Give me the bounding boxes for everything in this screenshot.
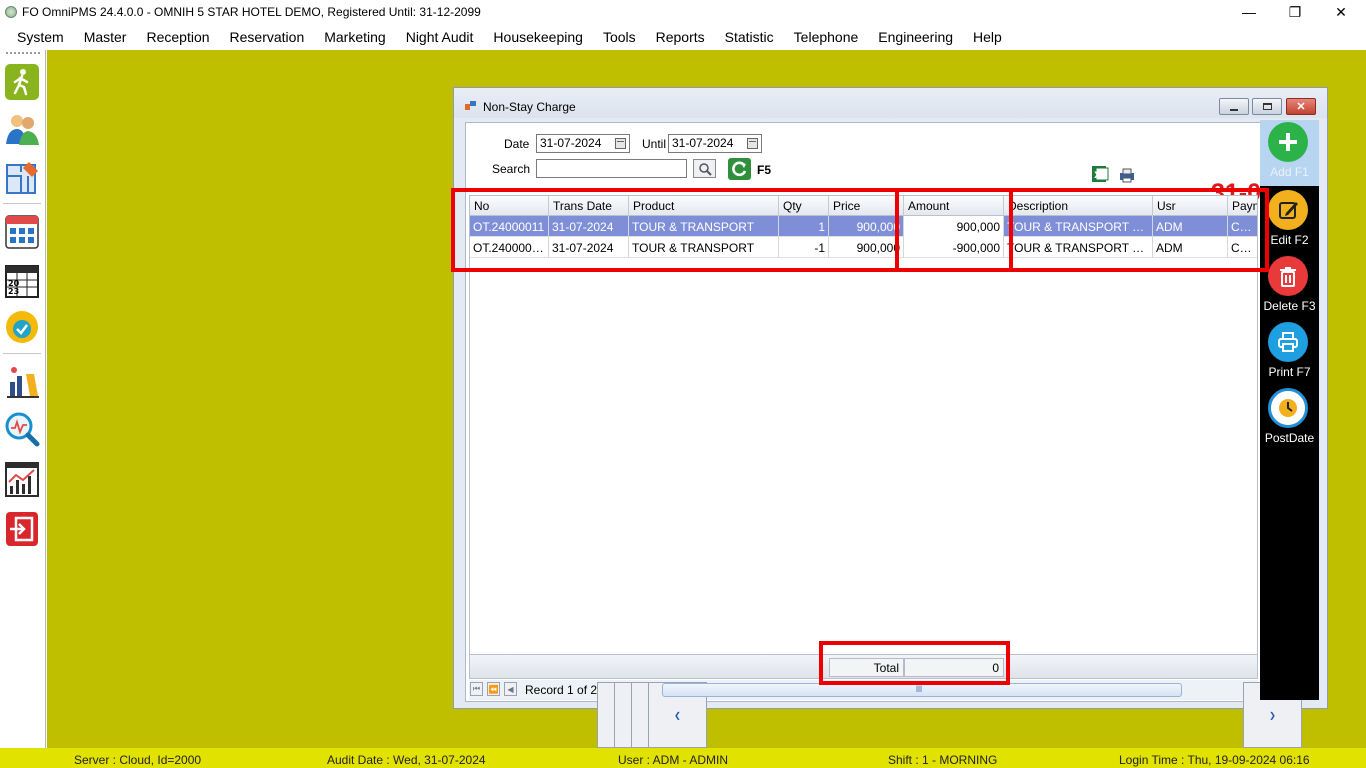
menu-statistic[interactable]: Statistic bbox=[715, 29, 784, 45]
highlight-grid-rows bbox=[451, 188, 1269, 272]
non-stay-charge-window: Non-Stay Charge ✕ Date 31-07-2024 Until … bbox=[453, 87, 1328, 748]
toolbar-separator bbox=[3, 353, 41, 354]
child-window-title: Non-Stay Charge bbox=[483, 100, 576, 114]
menu-reception[interactable]: Reception bbox=[136, 29, 219, 45]
horizontal-scrollbar[interactable]: lll bbox=[662, 683, 1182, 697]
analysis-magnifier-icon bbox=[5, 412, 40, 447]
svg-text:X: X bbox=[1094, 171, 1101, 181]
app-logo-icon bbox=[5, 6, 17, 18]
child-minimize-button[interactable] bbox=[1219, 98, 1249, 115]
exit-icon bbox=[6, 512, 38, 546]
post-date-label: PostDate bbox=[1264, 431, 1315, 445]
search-input[interactable] bbox=[536, 159, 687, 178]
menu-telephone[interactable]: Telephone bbox=[784, 29, 869, 45]
form-icon bbox=[465, 101, 476, 110]
analysis-button[interactable] bbox=[3, 408, 41, 450]
guests-icon bbox=[6, 115, 39, 145]
until-label: Until bbox=[642, 137, 667, 151]
left-toolbar: 20 23 bbox=[0, 50, 46, 748]
date-from-calendar-icon[interactable] bbox=[615, 138, 626, 149]
title-bar: FO OmniPMS 24.4.0.0 - OMNIH 5 STAR HOTEL… bbox=[0, 0, 1366, 24]
calendar-2023-icon: 2023 bbox=[5, 265, 39, 298]
refresh-icon bbox=[731, 161, 746, 177]
search-icon bbox=[698, 162, 712, 176]
floor-plan-icon bbox=[6, 162, 38, 194]
print-preview-icon[interactable] bbox=[1117, 167, 1137, 183]
menu-master[interactable]: Master bbox=[74, 29, 137, 45]
svg-text:23: 23 bbox=[8, 287, 19, 296]
menu-night-audit[interactable]: Night Audit bbox=[396, 29, 484, 45]
floor-plan-button[interactable] bbox=[3, 156, 41, 198]
print-label: Print F7 bbox=[1268, 365, 1311, 379]
export-excel-icon[interactable]: X bbox=[1090, 165, 1112, 183]
statistic-chart-icon bbox=[5, 462, 39, 497]
add-button[interactable]: Add F1 bbox=[1260, 120, 1319, 186]
menu-help[interactable]: Help bbox=[963, 29, 1012, 45]
date-until-calendar-icon[interactable] bbox=[747, 138, 758, 149]
toolbar-grip bbox=[6, 52, 40, 54]
status-audit-date: Audit Date : Wed, 31-07-2024 bbox=[327, 753, 486, 767]
housekeeping-button[interactable] bbox=[3, 360, 41, 402]
exit-button[interactable] bbox=[3, 508, 41, 550]
window-title: FO OmniPMS 24.4.0.0 - OMNIH 5 STAR HOTEL… bbox=[22, 5, 481, 19]
walk-in-icon bbox=[5, 64, 39, 100]
status-bar: Server : Cloud, Id=2000 Audit Date : Wed… bbox=[0, 748, 1366, 768]
menu-bar: System Master Reception Reservation Mark… bbox=[0, 24, 1366, 50]
toolbar-separator bbox=[3, 203, 41, 204]
date-from-value: 31-07-2024 bbox=[540, 136, 602, 150]
statistic-button[interactable] bbox=[3, 458, 41, 500]
status-shift: Shift : 1 - MORNING bbox=[888, 753, 998, 767]
refresh-button[interactable] bbox=[728, 158, 751, 180]
refresh-shortcut-label: F5 bbox=[757, 163, 772, 177]
room-grid-button[interactable] bbox=[3, 210, 41, 252]
status-server: Server : Cloud, Id=2000 bbox=[74, 753, 202, 767]
close-button[interactable]: ✕ bbox=[1318, 0, 1364, 24]
child-title-bar[interactable]: Non-Stay Charge ✕ bbox=[454, 88, 1327, 118]
add-label: Add F1 bbox=[1270, 165, 1309, 179]
menu-reservation[interactable]: Reservation bbox=[220, 29, 315, 45]
print-button[interactable]: Print F7 bbox=[1260, 320, 1319, 386]
guests-button[interactable] bbox=[3, 108, 41, 150]
highlight-total bbox=[819, 641, 1010, 685]
search-button[interactable] bbox=[693, 159, 716, 178]
calendar-button[interactable]: 20 23 bbox=[3, 259, 41, 301]
highlight-amount-column bbox=[895, 188, 1013, 272]
post-date-icon bbox=[1268, 388, 1308, 428]
minimize-button[interactable]: — bbox=[1226, 0, 1272, 24]
walk-in-button[interactable] bbox=[3, 61, 41, 103]
menu-engineering[interactable]: Engineering bbox=[868, 29, 963, 45]
date-until-value: 31-07-2024 bbox=[672, 136, 734, 150]
delete-label: Delete F3 bbox=[1263, 299, 1316, 313]
restore-button[interactable]: ❐ bbox=[1272, 0, 1318, 24]
room-grid-icon bbox=[5, 215, 39, 249]
post-date-button[interactable]: PostDate bbox=[1260, 386, 1319, 452]
housekeeping-icon bbox=[7, 367, 39, 398]
record-counter: Record 1 of 2 bbox=[525, 683, 598, 697]
prev-page-button[interactable]: ⏪ bbox=[487, 682, 500, 696]
delete-icon bbox=[1268, 256, 1308, 296]
menu-reports[interactable]: Reports bbox=[646, 29, 715, 45]
menu-system[interactable]: System bbox=[7, 29, 74, 45]
edit-icon bbox=[1268, 190, 1308, 230]
availability-badge-icon bbox=[6, 311, 38, 343]
prev-record-button[interactable]: ◀ bbox=[504, 682, 517, 696]
scrollbar-grip: lll bbox=[916, 684, 922, 694]
search-label: Search bbox=[492, 162, 531, 176]
menu-marketing[interactable]: Marketing bbox=[314, 29, 395, 45]
first-record-button[interactable]: ⏮ bbox=[470, 682, 483, 696]
add-icon bbox=[1268, 122, 1308, 162]
date-label: Date bbox=[504, 137, 530, 151]
print-icon bbox=[1268, 322, 1308, 362]
child-maximize-button[interactable] bbox=[1252, 98, 1282, 115]
availability-button[interactable] bbox=[3, 306, 41, 348]
menu-tools[interactable]: Tools bbox=[593, 29, 646, 45]
status-login-time: Login Time : Thu, 19-09-2024 06:16 bbox=[1119, 753, 1310, 767]
child-close-button[interactable]: ✕ bbox=[1286, 98, 1316, 115]
status-user: User : ADM - ADMIN bbox=[618, 753, 729, 767]
menu-housekeeping[interactable]: Housekeeping bbox=[483, 29, 593, 45]
